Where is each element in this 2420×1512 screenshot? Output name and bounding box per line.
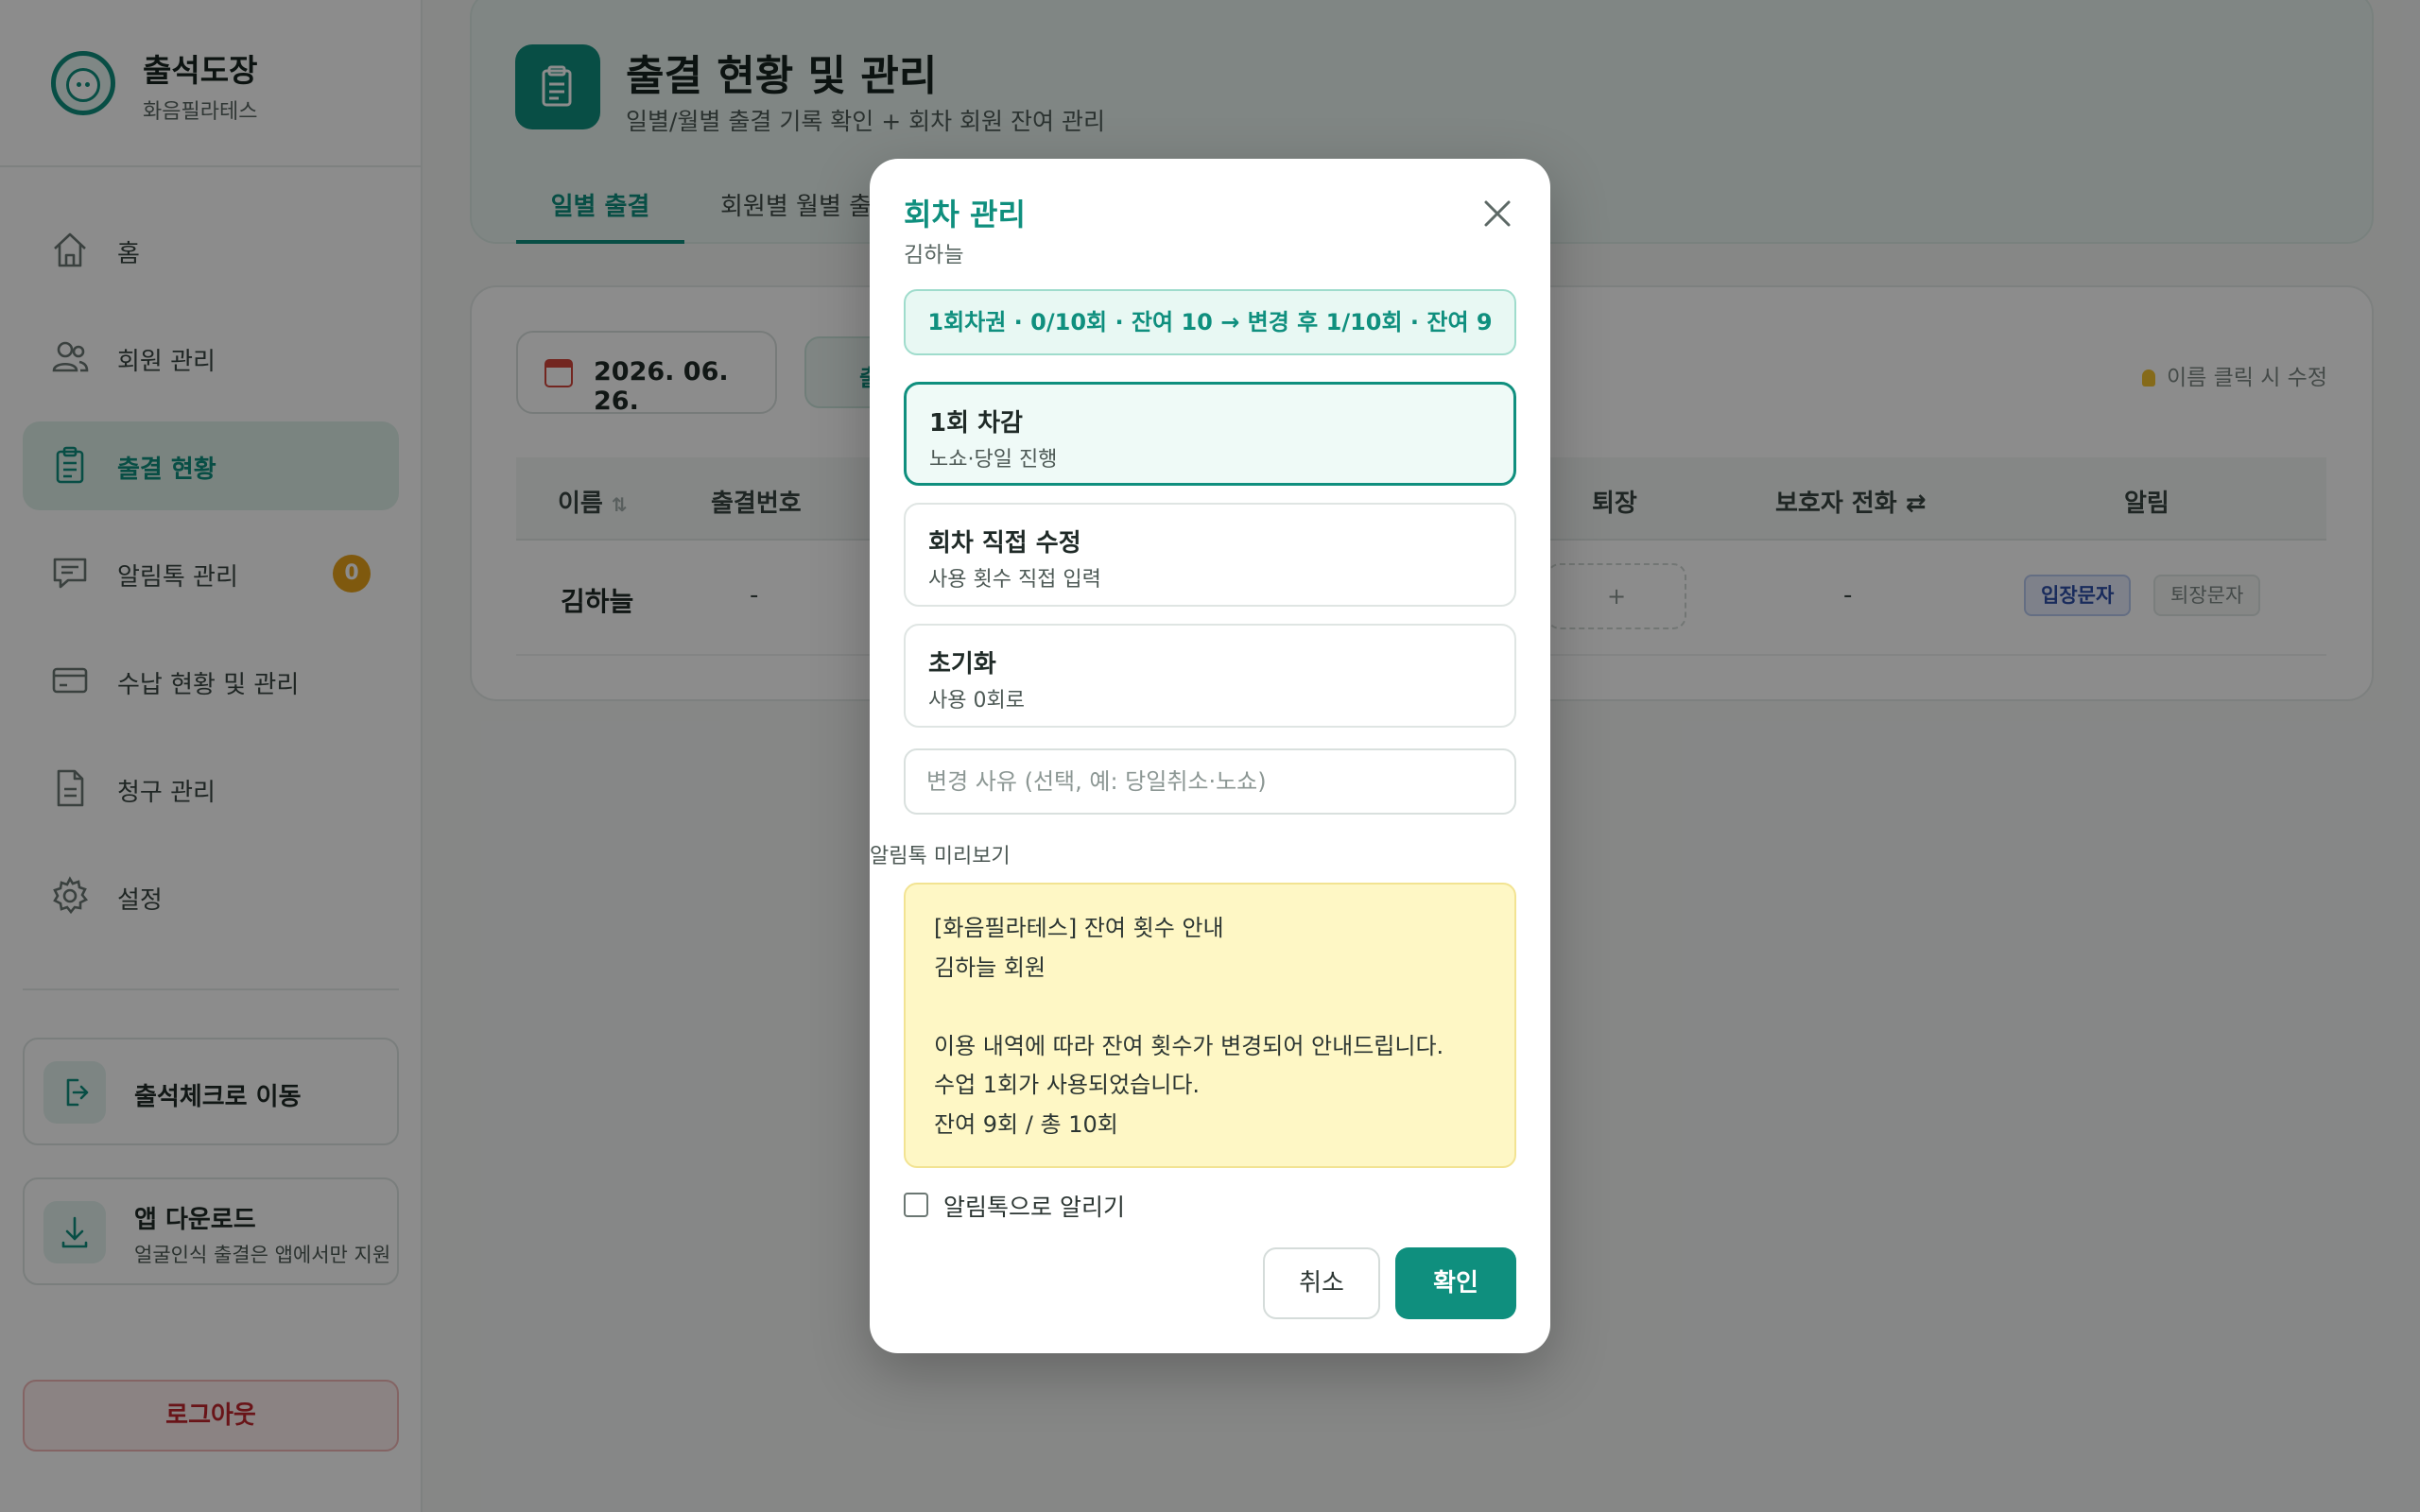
preview-line: [화음필라테스] 잔여 횟수 안내	[934, 915, 1224, 941]
notify-checkbox-label[interactable]: 알림톡으로 알리기	[943, 1189, 1125, 1223]
option-title: 초기화	[928, 650, 996, 679]
option-title: 회차 직접 수정	[928, 529, 1081, 558]
preview-line: 김하늘 회원	[934, 954, 1046, 981]
option-deduct-one[interactable]: 1회 차감 노쇼·당일 진행	[904, 382, 1516, 486]
change-reason-input[interactable]	[904, 748, 1516, 815]
dialog-title: 회차 관리	[904, 197, 1026, 232]
preview-line: 이용 내역에 따라 잔여 횟수가 변경되어 안내드립니다.	[934, 1032, 1444, 1059]
notify-checkbox[interactable]	[904, 1193, 928, 1217]
option-title: 1회 차감	[929, 409, 1023, 438]
option-description: 사용 0회로	[928, 689, 1025, 713]
cancel-button[interactable]: 취소	[1263, 1247, 1380, 1319]
option-reset[interactable]: 초기화 사용 0회로	[904, 624, 1516, 728]
option-description: 노쇼·당일 진행	[929, 448, 1058, 472]
option-description: 사용 횟수 직접 입력	[928, 568, 1101, 592]
preview-line	[934, 988, 1486, 1027]
preview-label: 알림톡 미리보기	[870, 845, 1011, 868]
option-edit-directly[interactable]: 회차 직접 수정 사용 횟수 직접 입력	[904, 503, 1516, 607]
confirm-button[interactable]: 확인	[1395, 1247, 1516, 1319]
close-icon[interactable]	[1477, 193, 1518, 234]
dialog-member-name: 김하늘	[904, 243, 964, 267]
preview-line: 수업 1회가 사용되었습니다.	[934, 1072, 1201, 1098]
preview-line: 잔여 9회 / 총 10회	[934, 1110, 1118, 1138]
session-summary: 1회차권 · 0/10회 · 잔여 10 → 변경 후 1/10회 · 잔여 9	[904, 289, 1516, 355]
session-manage-dialog: 회차 관리 김하늘 1회차권 · 0/10회 · 잔여 10 → 변경 후 1/…	[870, 159, 1550, 1353]
alimtalk-preview: [화음필라테스] 잔여 횟수 안내 김하늘 회원 이용 내역에 따라 잔여 횟수…	[904, 883, 1516, 1168]
